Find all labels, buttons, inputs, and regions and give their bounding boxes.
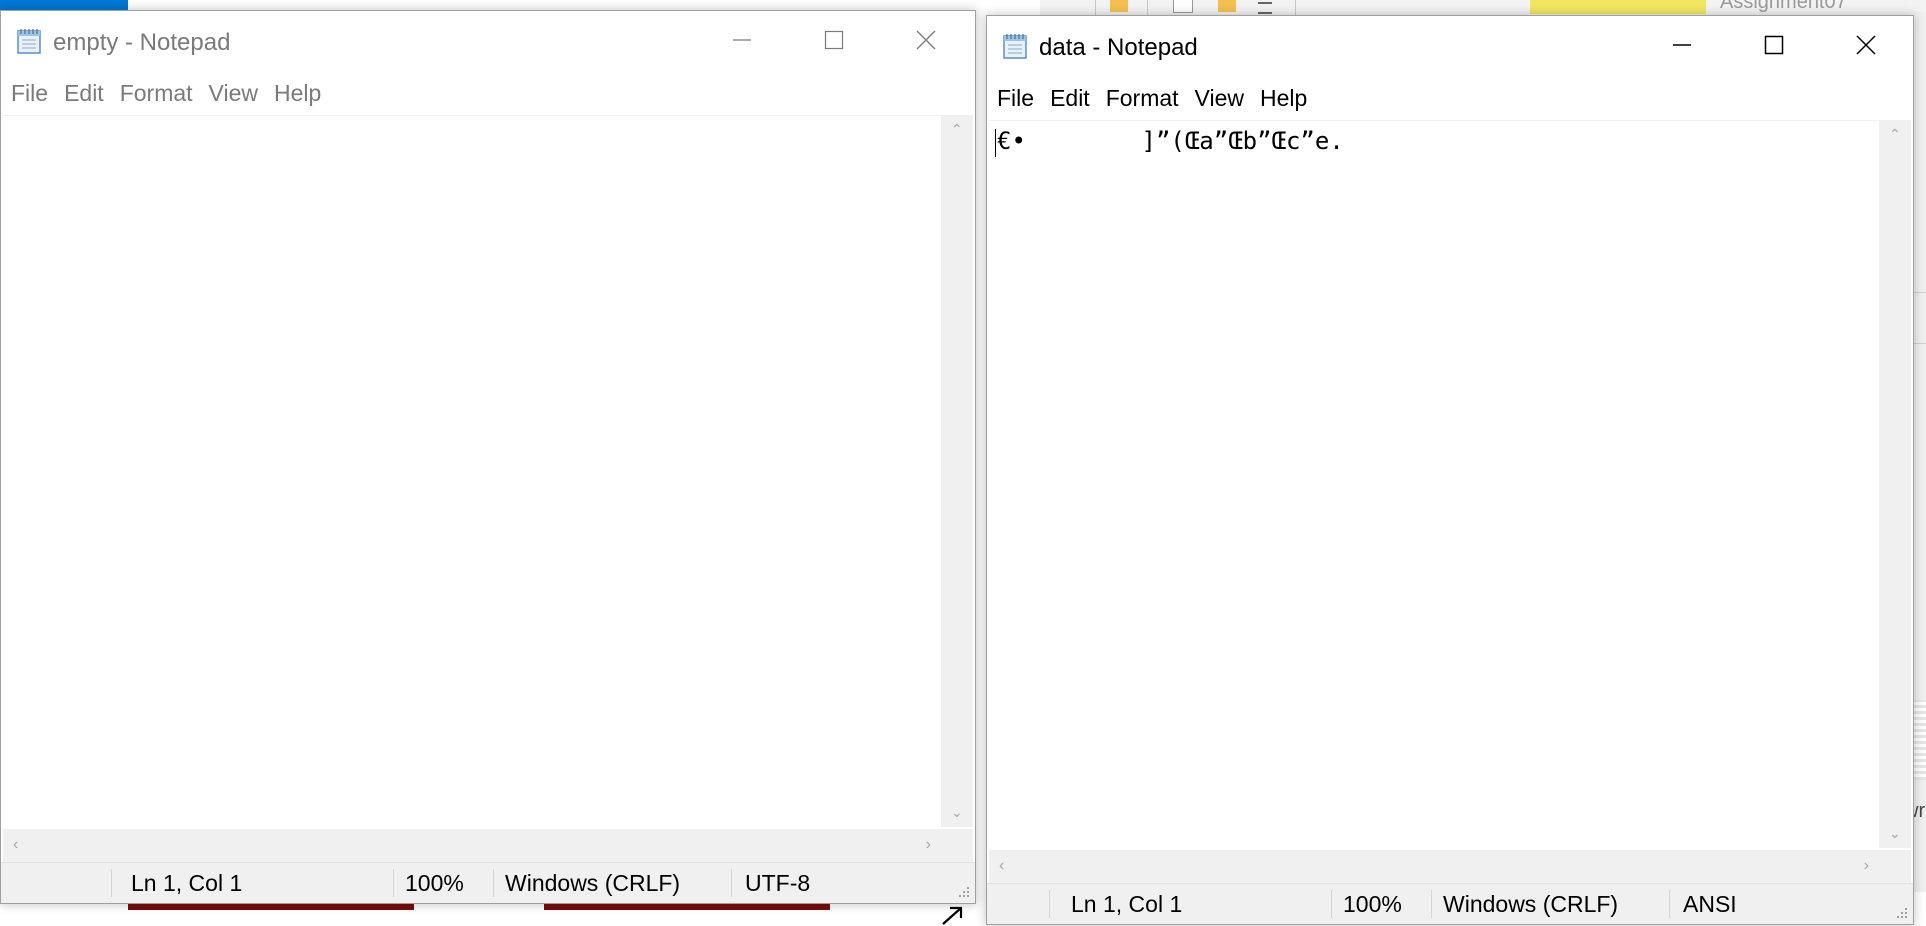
menu-edit[interactable]: Edit xyxy=(1040,85,1096,112)
window-title: empty - Notepad xyxy=(53,29,230,57)
resize-grip-icon[interactable] xyxy=(955,883,971,899)
notepad-window-data[interactable]: data - Notepad File Edit Format View Hel… xyxy=(986,15,1914,925)
status-position: Ln 1, Col 1 xyxy=(131,863,242,903)
background-highlighted-tab xyxy=(1530,0,1706,14)
status-line-endings: Windows (CRLF) xyxy=(505,863,680,903)
status-separator xyxy=(1431,890,1432,918)
status-separator xyxy=(731,869,732,897)
status-bar: Ln 1, Col 1 100% Windows (CRLF) ANSI xyxy=(987,883,1913,924)
menu-format[interactable]: Format xyxy=(110,80,199,107)
menu-help[interactable]: Help xyxy=(1250,85,1313,112)
window-title: data - Notepad xyxy=(1039,34,1198,62)
status-separator xyxy=(393,869,394,897)
vertical-scrollbar[interactable]: ⌃ ⌄ xyxy=(941,115,973,827)
horizontal-scrollbar[interactable]: ‹ › xyxy=(3,829,941,863)
menu-bar: File Edit Format View Help xyxy=(1,73,975,113)
vertical-scrollbar[interactable]: ⌃ ⌄ xyxy=(1879,120,1911,848)
notepad-icon xyxy=(1001,32,1029,60)
status-line-endings: Windows (CRLF) xyxy=(1443,884,1618,924)
scroll-down-icon[interactable]: ⌄ xyxy=(951,804,963,821)
minimize-icon xyxy=(1672,35,1692,55)
title-bar[interactable]: empty - Notepad xyxy=(1,11,975,69)
menu-view[interactable]: View xyxy=(199,80,264,107)
menu-format[interactable]: Format xyxy=(1096,85,1185,112)
scroll-left-icon[interactable]: ‹ xyxy=(13,836,18,854)
notepad-icon xyxy=(15,27,43,55)
editor-content: €• ]”(Œa”Œb”Œc”e. xyxy=(997,127,1344,155)
maximize-button[interactable] xyxy=(791,11,877,69)
menu-file[interactable]: File xyxy=(1,80,54,107)
horizontal-scrollbar[interactable]: ‹ › xyxy=(989,850,1879,884)
scroll-left-icon[interactable]: ‹ xyxy=(999,857,1004,875)
status-separator xyxy=(1331,890,1332,918)
menu-bar: File Edit Format View Help xyxy=(987,78,1913,118)
scrollbar-corner xyxy=(941,829,973,863)
scroll-down-icon[interactable]: ⌄ xyxy=(1889,825,1901,842)
menu-view[interactable]: View xyxy=(1185,85,1250,112)
list-view-icon xyxy=(1258,2,1272,14)
menu-file[interactable]: File xyxy=(987,85,1040,112)
status-separator xyxy=(493,869,494,897)
folder-icon xyxy=(1110,0,1128,12)
maximize-icon xyxy=(824,30,844,50)
status-encoding: ANSI xyxy=(1683,884,1737,924)
resize-grip-icon[interactable] xyxy=(1893,904,1909,920)
status-encoding: UTF-8 xyxy=(745,863,810,903)
status-bar: Ln 1, Col 1 100% Windows (CRLF) UTF-8 xyxy=(1,862,975,903)
menu-edit[interactable]: Edit xyxy=(54,80,110,107)
minimize-button[interactable] xyxy=(699,11,785,69)
scroll-right-icon[interactable]: › xyxy=(926,836,931,854)
status-separator xyxy=(1669,890,1670,918)
notepad-window-empty[interactable]: empty - Notepad File Edit Format View He… xyxy=(0,10,976,904)
maximize-icon xyxy=(1764,35,1784,55)
resize-arrow-icon xyxy=(940,904,966,926)
close-button[interactable] xyxy=(883,11,969,69)
scroll-up-icon[interactable]: ⌃ xyxy=(951,121,963,138)
maximize-button[interactable] xyxy=(1731,16,1817,74)
minimize-icon xyxy=(732,30,752,50)
close-icon xyxy=(1855,34,1877,56)
document-icon xyxy=(1173,0,1193,13)
text-editor[interactable]: €• ]”(Œa”Œb”Œc”e. xyxy=(989,120,1879,848)
status-separator xyxy=(1049,890,1050,918)
title-bar[interactable]: data - Notepad xyxy=(987,16,1913,74)
folder-icon xyxy=(1218,0,1236,12)
status-zoom: 100% xyxy=(1343,884,1402,924)
minimize-button[interactable] xyxy=(1639,16,1725,74)
status-position: Ln 1, Col 1 xyxy=(1071,884,1182,924)
background-tab-label: Assignment07 xyxy=(1720,0,1847,14)
status-separator xyxy=(111,869,112,897)
menu-help[interactable]: Help xyxy=(264,80,327,107)
text-caret xyxy=(995,129,996,157)
text-editor[interactable] xyxy=(3,115,941,827)
status-zoom: 100% xyxy=(405,863,464,903)
scroll-up-icon[interactable]: ⌃ xyxy=(1889,126,1901,143)
scrollbar-corner xyxy=(1879,850,1911,884)
close-icon xyxy=(915,29,937,51)
scroll-right-icon[interactable]: › xyxy=(1864,857,1869,875)
close-button[interactable] xyxy=(1823,16,1909,74)
